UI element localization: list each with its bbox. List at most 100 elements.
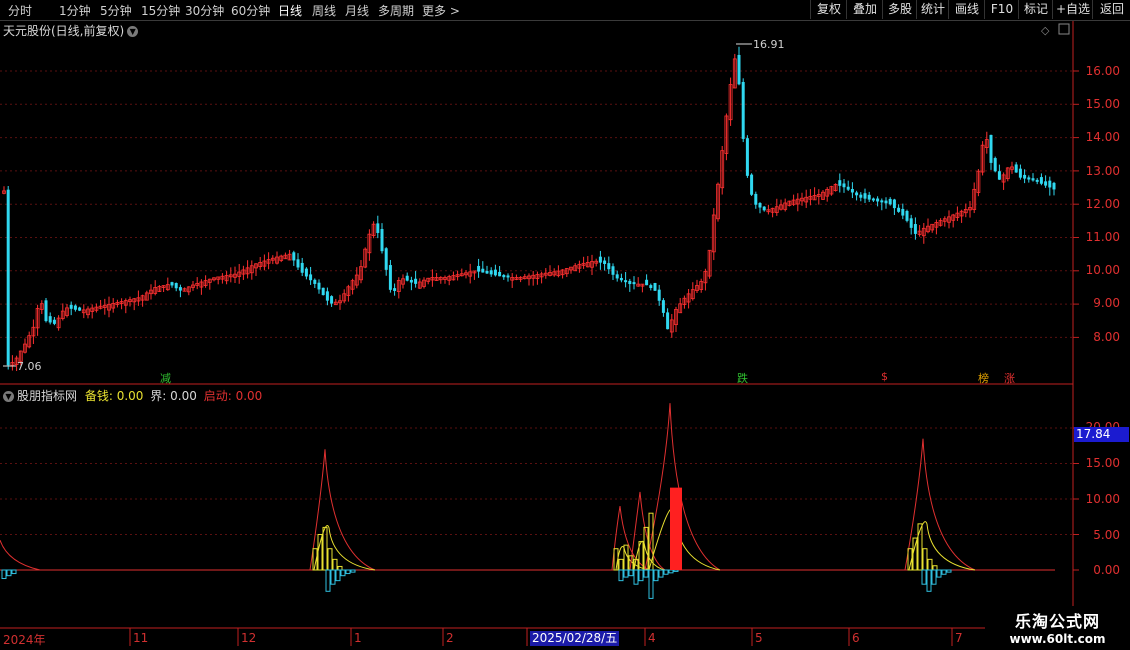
candle-body (901, 208, 905, 216)
candle-body (884, 200, 888, 204)
diamond-icon[interactable]: ◇ (1041, 24, 1050, 37)
window-icon[interactable] (1058, 23, 1070, 35)
candle-body (909, 218, 913, 228)
candle-body (170, 282, 174, 286)
price-label: 8.00 (1093, 330, 1120, 344)
chevron-down-icon[interactable]: ▼ (127, 26, 139, 37)
candle-body (758, 203, 762, 208)
field3-label: 启动: (203, 389, 232, 403)
candle-body (871, 198, 875, 201)
signal-bang: 榜 (978, 372, 989, 385)
candle-body (1027, 177, 1031, 180)
field1-label: 备钱: (84, 389, 113, 403)
startup-bar (670, 487, 682, 570)
step-bar (327, 548, 333, 571)
candle-body (645, 279, 649, 286)
candle-body (414, 278, 418, 284)
candle-body (867, 194, 871, 200)
step-bar (668, 569, 674, 574)
price-label: 14.00 (1085, 130, 1120, 144)
price-label: 16.00 (1085, 64, 1120, 78)
candle-body (52, 319, 56, 324)
candle-body (892, 199, 896, 209)
step-bar (921, 569, 927, 585)
time-label: 12 (241, 631, 257, 645)
signal-dollar: $ (881, 370, 888, 383)
candle-body (1031, 178, 1035, 181)
price-label: 10.00 (1085, 263, 1120, 277)
candle-body (855, 192, 859, 196)
step-bar (325, 569, 331, 592)
candle-body (1035, 179, 1039, 182)
candle-body (653, 282, 657, 291)
candle-body (405, 275, 409, 281)
time-label: 6 (852, 631, 860, 645)
step-bar (6, 569, 12, 577)
candle-body (842, 183, 846, 188)
candle-body (330, 296, 334, 304)
candle-body (607, 263, 611, 270)
field2-label: 界: (150, 389, 167, 403)
step-bar (345, 569, 351, 575)
step-bar (330, 569, 336, 585)
candle-body (485, 270, 489, 274)
signal-zhang: 涨 (1004, 372, 1015, 385)
step-bar (332, 558, 338, 571)
signal-die: 跌 (737, 372, 748, 385)
candle-body (876, 198, 880, 202)
step-bar (643, 569, 649, 578)
candle-body (317, 282, 321, 290)
selected-date: 2025/02/28/五 (530, 631, 620, 646)
field2-value: 0.00 (170, 389, 197, 403)
step-bar (663, 569, 669, 575)
step-bar (628, 569, 634, 577)
time-label: 4 (648, 631, 656, 645)
watermark-line1: 乐淘公式网 (1014, 612, 1100, 631)
step-bar (340, 569, 346, 577)
step-bar (946, 569, 952, 573)
candle-body (754, 193, 758, 205)
candle-body (888, 198, 892, 205)
current-value-badge: 17.84 (1074, 427, 1129, 442)
candle-body (863, 193, 867, 199)
time-label: 11 (133, 631, 149, 645)
candle-body (1039, 177, 1043, 184)
candle-body (44, 300, 48, 322)
candle-body (1048, 180, 1052, 188)
candle-body (73, 305, 77, 310)
candle-body (388, 265, 392, 290)
chevron-down-icon[interactable]: ▼ (3, 391, 14, 402)
main-chart-title: 天元股份(日线,前复权) ▼ (3, 22, 139, 39)
candle-body (624, 280, 628, 283)
candle-body (498, 271, 502, 277)
time-label: 1 (354, 631, 362, 645)
time-label: 2 (446, 631, 454, 645)
candle-body (1014, 164, 1018, 173)
candle-body (838, 180, 842, 186)
step-bar (931, 569, 937, 585)
indicator-axis-label: 0.00 (1093, 563, 1120, 577)
step-bar (648, 569, 654, 599)
step-bar (926, 569, 932, 592)
candle-body (502, 275, 506, 278)
candle-body (1018, 168, 1022, 178)
candle-body (300, 262, 304, 273)
candle-body (380, 229, 384, 252)
indicator-name: 股朋指标网 (17, 389, 78, 403)
chart-canvas[interactable]: ◇ (0, 0, 1130, 650)
step-bar (11, 569, 17, 575)
secondary-curve (648, 508, 721, 571)
step-bar (941, 569, 947, 575)
candle-body (632, 282, 636, 285)
candle-body (603, 260, 607, 265)
candle-body (905, 210, 909, 221)
candle-body (1044, 181, 1048, 186)
watermark-line2: www.60lt.com (1009, 632, 1106, 646)
secondary-curve (908, 521, 976, 571)
candle-body (6, 189, 10, 366)
candle-body (409, 279, 413, 283)
price-label: 9.00 (1093, 296, 1120, 310)
candle-body (325, 291, 329, 301)
step-bar (618, 558, 624, 571)
step-bar (322, 526, 328, 571)
